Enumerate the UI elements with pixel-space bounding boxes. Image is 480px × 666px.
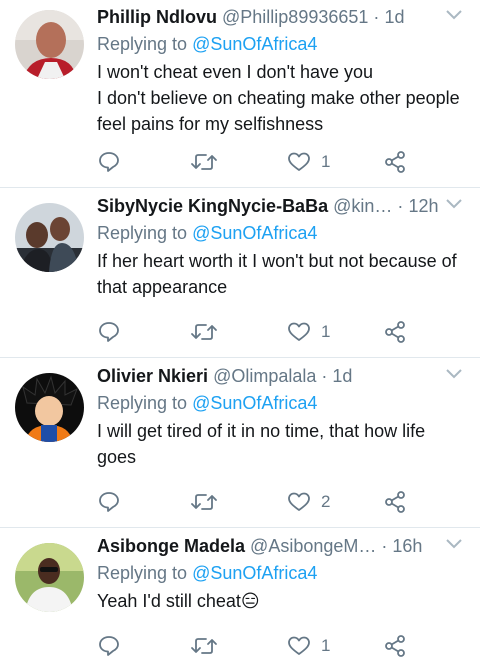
tweet-header: Olivier Nkieri @Olimpalala · 1d [97, 365, 440, 387]
replying-to-label: Replying to [97, 223, 188, 243]
reply-icon [99, 322, 119, 342]
retweet-icon [191, 494, 217, 510]
tweet-header: Asibonge Madela @AsibongeM… · 16h [97, 535, 440, 557]
tweet-text-line: I will get tired of it in no time, that … [97, 421, 426, 467]
mention-link[interactable]: @SunOfAfrica4 [192, 393, 317, 413]
tweet-text-line: I don't believe on cheating make other p… [97, 88, 460, 134]
tweet-item[interactable]: SibyNycie KingNycie-BaBa @kin… · 12h Rep… [0, 189, 480, 358]
user-handle[interactable]: @AsibongeM… [250, 536, 376, 556]
retweet-icon [191, 324, 217, 340]
retweet-button[interactable] [190, 149, 218, 175]
separator-dot: · [373, 7, 380, 27]
avatar[interactable] [15, 373, 84, 442]
tweet-item[interactable]: Olivier Nkieri @Olimpalala · 1d Replying… [0, 359, 480, 528]
like-icon [288, 492, 310, 511]
tweet-text: Yeah I'd still cheat😑 [97, 588, 468, 614]
reply-icon [99, 152, 119, 172]
separator-dot: · [381, 536, 388, 556]
reply-button[interactable] [97, 319, 121, 345]
tweet-actions: 1 [97, 633, 420, 659]
share-button[interactable] [384, 149, 406, 175]
like-icon [288, 636, 310, 655]
like-count: 1 [321, 322, 331, 341]
replying-to: Replying to @SunOfAfrica4 [97, 392, 317, 414]
share-button[interactable] [384, 633, 406, 659]
share-icon [385, 151, 405, 173]
timestamp[interactable]: 16h [392, 536, 422, 556]
replying-to: Replying to @SunOfAfrica4 [97, 33, 317, 55]
display-name[interactable]: SibyNycie KingNycie-BaBa [97, 196, 328, 216]
reply-icon [99, 636, 119, 656]
avatar[interactable] [15, 10, 84, 79]
timestamp[interactable]: 1d [384, 7, 404, 27]
reply-button[interactable] [97, 149, 121, 175]
tweet-item[interactable]: Asibonge Madela @AsibongeM… · 16h Replyi… [0, 529, 480, 666]
like-button[interactable]: 2 [287, 489, 330, 515]
timestamp[interactable]: 1d [332, 366, 352, 386]
tweet-item[interactable]: Phillip Ndlovu @Phillip89936651 · 1d Rep… [0, 0, 480, 188]
mention-link[interactable]: @SunOfAfrica4 [192, 223, 317, 243]
chevron-down-icon[interactable] [446, 199, 462, 209]
display-name[interactable]: Olivier Nkieri [97, 366, 208, 386]
share-icon [385, 635, 405, 657]
mention-link[interactable]: @SunOfAfrica4 [192, 563, 317, 583]
tweet-text-line: I won't cheat even I don't have you [97, 62, 374, 82]
chevron-down-icon[interactable] [446, 539, 462, 549]
like-count: 1 [321, 636, 331, 655]
replying-to-label: Replying to [97, 393, 188, 413]
display-name[interactable]: Asibonge Madela [97, 536, 245, 556]
tweet-text: If her heart worth it I won't but not be… [97, 248, 468, 300]
reply-button[interactable] [97, 633, 121, 659]
chevron-down-icon[interactable] [446, 10, 462, 20]
like-button[interactable]: 1 [287, 149, 330, 175]
retweet-icon [191, 154, 217, 170]
share-icon [385, 321, 405, 343]
share-icon [385, 491, 405, 513]
separator-dot: · [321, 366, 328, 386]
timestamp[interactable]: 12h [408, 196, 438, 216]
tweet-text: I won't cheat even I don't have you I do… [97, 59, 468, 137]
like-icon [288, 322, 310, 341]
tweet-text: I will get tired of it in no time, that … [97, 418, 468, 470]
separator-dot: · [397, 196, 404, 216]
user-handle[interactable]: @Phillip89936651 [222, 7, 368, 27]
like-button[interactable]: 1 [287, 319, 330, 345]
tweet-actions: 2 [97, 489, 420, 515]
retweet-icon [191, 638, 217, 654]
replying-to: Replying to @SunOfAfrica4 [97, 222, 317, 244]
like-icon [288, 152, 310, 171]
tweet-text-line: If her heart worth it I won't but not be… [97, 251, 457, 297]
replying-to-label: Replying to [97, 34, 188, 54]
chevron-down-icon[interactable] [446, 369, 462, 379]
mention-link[interactable]: @SunOfAfrica4 [192, 34, 317, 54]
retweet-button[interactable] [190, 633, 218, 659]
reply-icon [99, 492, 119, 512]
tweet-actions: 1 [97, 319, 420, 345]
share-button[interactable] [384, 319, 406, 345]
retweet-button[interactable] [190, 489, 218, 515]
replying-to-label: Replying to [97, 563, 188, 583]
retweet-button[interactable] [190, 319, 218, 345]
tweet-header: Phillip Ndlovu @Phillip89936651 · 1d [97, 6, 440, 28]
share-button[interactable] [384, 489, 406, 515]
avatar[interactable] [15, 203, 84, 272]
tweet-actions: 1 [97, 149, 420, 175]
like-button[interactable]: 1 [287, 633, 330, 659]
tweet-text-line: Yeah I'd still cheat😑 [97, 591, 260, 611]
like-count: 1 [321, 152, 331, 171]
reply-button[interactable] [97, 489, 121, 515]
like-count: 2 [321, 492, 331, 511]
tweet-header: SibyNycie KingNycie-BaBa @kin… · 12h [97, 195, 440, 217]
user-handle[interactable]: @kin… [333, 196, 392, 216]
avatar[interactable] [15, 543, 84, 612]
user-handle[interactable]: @Olimpalala [213, 366, 316, 386]
display-name[interactable]: Phillip Ndlovu [97, 7, 217, 27]
replying-to: Replying to @SunOfAfrica4 [97, 562, 317, 584]
